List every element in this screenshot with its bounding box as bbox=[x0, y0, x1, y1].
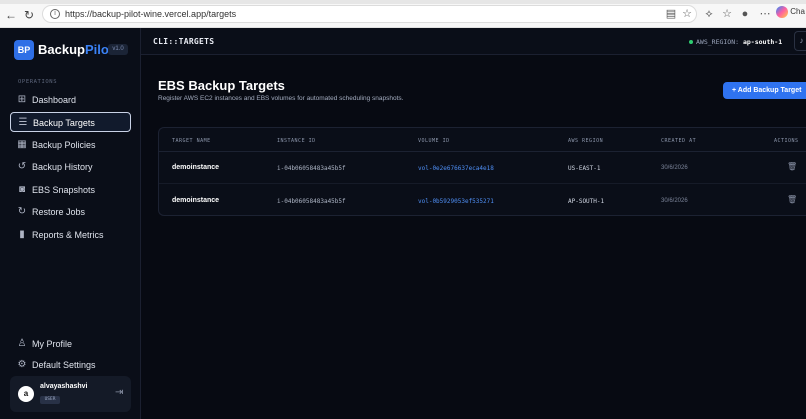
aws-region: AP-SOUTH-1 bbox=[568, 198, 605, 205]
address-bar[interactable]: i https://backup-pilot-wine.vercel.app/t… bbox=[42, 5, 697, 23]
sidebar-item-backup-policies[interactable]: ▦ Backup Policies bbox=[10, 135, 131, 155]
column-header: ACTIONS bbox=[774, 138, 799, 144]
sidebar-item-label: Backup Targets bbox=[33, 118, 95, 128]
page-title: EBS Backup Targets bbox=[158, 78, 285, 93]
brand-name: BackupPilot bbox=[38, 42, 114, 57]
region-indicator: AWS_REGION: ap-south-1 bbox=[689, 38, 782, 46]
sidebar-item-label: Dashboard bbox=[32, 95, 77, 105]
sidebar-item-restore-jobs[interactable]: ↻ Restore Jobs bbox=[10, 202, 131, 222]
site-info-icon[interactable]: i bbox=[50, 9, 60, 19]
sidebar-item-backup-history[interactable]: ↺ Backup History bbox=[10, 157, 131, 177]
calendar-icon: ▦ bbox=[17, 139, 27, 150]
version-badge: v1.0 bbox=[108, 44, 128, 55]
delete-icon[interactable]: 🗑 bbox=[787, 195, 797, 205]
restore-icon: ↻ bbox=[17, 206, 27, 217]
column-header: TARGET NAME bbox=[172, 138, 211, 144]
target-name: demoinstance bbox=[172, 197, 220, 204]
tab-strip bbox=[0, 0, 806, 4]
column-header: VOLUME ID bbox=[418, 138, 450, 144]
server-icon: ☰ bbox=[18, 117, 28, 128]
avatar[interactable]: a bbox=[18, 386, 34, 402]
copilot-label: Cha bbox=[790, 7, 805, 17]
brand-badge: BP bbox=[14, 40, 34, 60]
camera-icon: ◙ bbox=[18, 184, 26, 195]
created-at: 30/6/2026 bbox=[661, 165, 688, 171]
created-at: 30/6/2026 bbox=[661, 198, 688, 204]
user-card: a alvayashashvi USER ⇥ bbox=[10, 376, 131, 412]
history-icon: ↺ bbox=[17, 161, 27, 172]
user-icon: ♙ bbox=[17, 338, 27, 349]
column-header: CREATED AT bbox=[661, 138, 697, 144]
sidebar-item-dashboard[interactable]: ⊞ Dashboard bbox=[10, 90, 131, 110]
url-text[interactable]: https://backup-pilot-wine.vercel.app/tar… bbox=[65, 9, 236, 19]
page-subtitle: Register AWS EC2 instances and EBS volum… bbox=[158, 95, 404, 102]
instance-id: i-04b06058483a45b5f bbox=[277, 198, 346, 205]
sidebar-item-label: Restore Jobs bbox=[32, 207, 86, 217]
sidebar-item-reports-metrics[interactable]: ▮ Reports & Metrics bbox=[10, 225, 131, 245]
target-name: demoinstance bbox=[172, 164, 220, 171]
favorites-list-icon[interactable]: ☆ bbox=[720, 7, 734, 21]
sidebar-item-label: Default Settings bbox=[32, 360, 96, 370]
table-header: TARGET NAME INSTANCE ID VOLUME ID AWS RE… bbox=[159, 128, 806, 152]
favorite-icon[interactable]: ☆ bbox=[680, 7, 694, 21]
sidebar-item-backup-targets[interactable]: ☰ Backup Targets bbox=[10, 112, 131, 132]
sidebar-item-label: My Profile bbox=[32, 339, 73, 349]
top-bar: CLI::TARGETS AWS_REGION: ap-south-1 ♪ bbox=[141, 28, 806, 55]
back-icon[interactable]: ← bbox=[4, 8, 18, 22]
copilot-icon bbox=[776, 6, 788, 18]
gear-icon: ⚙ bbox=[17, 359, 27, 370]
add-backup-target-button[interactable]: + Add Backup Target bbox=[723, 82, 806, 99]
copilot-button[interactable]: Cha bbox=[776, 6, 806, 22]
logout-icon[interactable]: ⇥ bbox=[115, 387, 123, 398]
reader-icon[interactable]: ▤ bbox=[664, 7, 678, 21]
aws-region: US-EAST-1 bbox=[568, 165, 601, 172]
browser-chrome: ← ↻ i https://backup-pilot-wine.vercel.a… bbox=[0, 0, 806, 28]
profile-icon[interactable]: ● bbox=[738, 7, 752, 21]
targets-table: TARGET NAME INSTANCE ID VOLUME ID AWS RE… bbox=[158, 127, 806, 216]
sidebar-item-label: EBS Snapshots bbox=[32, 185, 96, 195]
table-row: demoinstance i-04b06058483a45b5f vol-0b5… bbox=[159, 185, 806, 217]
sidebar: BP BackupPilot v1.0 OPERATIONS ⊞ Dashboa… bbox=[0, 28, 141, 419]
sidebar-item-label: Reports & Metrics bbox=[32, 230, 104, 240]
sidebar-item-my-profile[interactable]: ♙ My Profile bbox=[10, 334, 131, 354]
volume-id[interactable]: vol-0b5929053ef535271 bbox=[418, 198, 494, 205]
app: BP BackupPilot v1.0 OPERATIONS ⊞ Dashboa… bbox=[0, 28, 806, 419]
sidebar-item-ebs-snapshots[interactable]: ◙ EBS Snapshots bbox=[10, 180, 131, 200]
notification-bell-icon[interactable]: ♪ bbox=[794, 31, 806, 51]
extensions-icon[interactable]: ⟡ bbox=[702, 7, 716, 21]
chart-icon: ▮ bbox=[19, 229, 25, 240]
reload-icon[interactable]: ↻ bbox=[22, 8, 36, 22]
sidebar-item-label: Backup Policies bbox=[32, 140, 96, 150]
grid-icon: ⊞ bbox=[17, 94, 27, 105]
table-row: demoinstance i-04b06058483a45b5f vol-0e2… bbox=[159, 152, 806, 184]
column-header: AWS REGION bbox=[568, 138, 604, 144]
section-label: OPERATIONS bbox=[18, 79, 58, 85]
sidebar-item-label: Backup History bbox=[32, 162, 93, 172]
sidebar-item-default-settings[interactable]: ⚙ Default Settings bbox=[10, 355, 131, 375]
user-role-badge: USER bbox=[40, 396, 60, 404]
delete-icon[interactable]: 🗑 bbox=[787, 162, 797, 172]
instance-id: i-04b06058483a45b5f bbox=[277, 165, 346, 172]
more-icon[interactable]: ⋯ bbox=[758, 7, 772, 21]
user-name: alvayashashvi bbox=[40, 383, 88, 390]
status-dot-icon bbox=[689, 40, 693, 44]
cli-title: CLI::TARGETS bbox=[153, 37, 215, 46]
volume-id[interactable]: vol-0e2e676637eca4e18 bbox=[418, 165, 494, 172]
column-header: INSTANCE ID bbox=[277, 138, 316, 144]
